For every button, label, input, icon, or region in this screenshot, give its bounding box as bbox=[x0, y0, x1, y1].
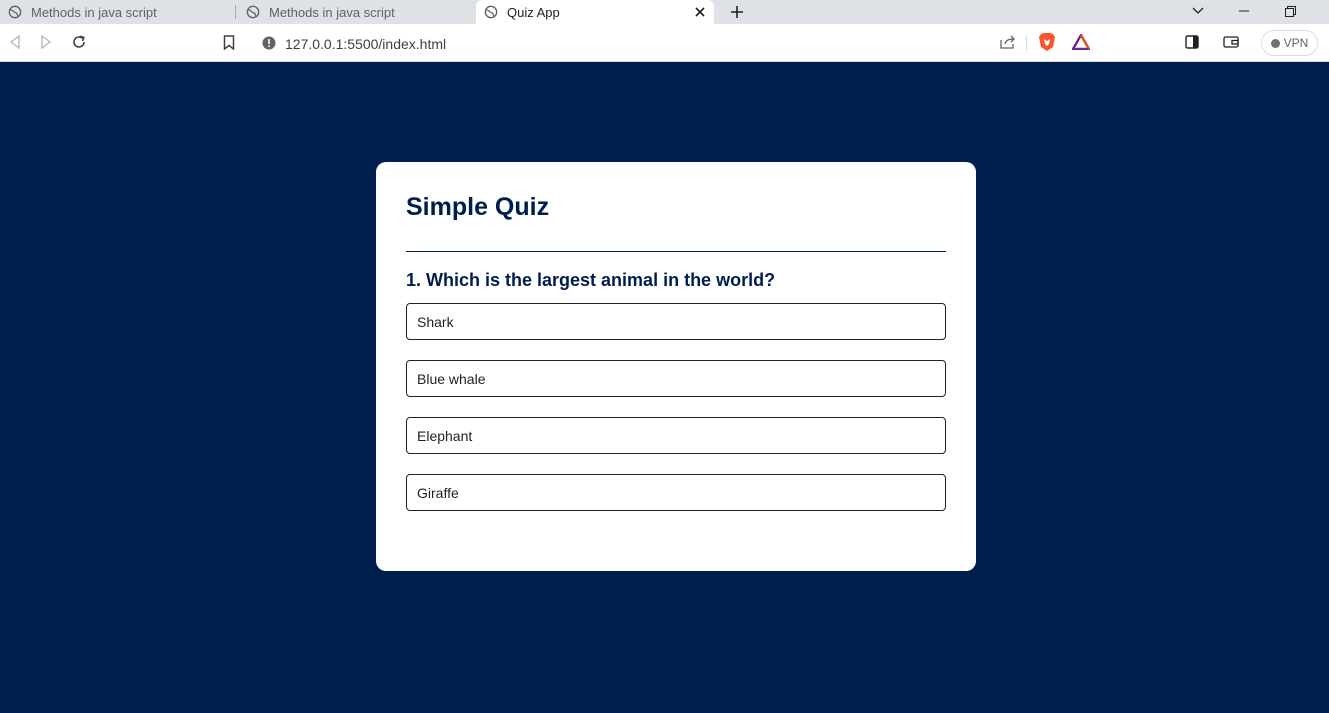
url-text: 127.0.0.1:5500/index.html bbox=[285, 36, 447, 52]
brave-shields-icon[interactable] bbox=[1036, 31, 1058, 53]
tab-title: Quiz App bbox=[507, 4, 560, 20]
new-tab-icon[interactable] bbox=[726, 1, 748, 23]
globe-icon bbox=[246, 5, 260, 19]
globe-icon bbox=[8, 5, 22, 19]
close-tab-icon[interactable] bbox=[692, 4, 708, 20]
share-icon[interactable] bbox=[997, 31, 1019, 53]
tab-search-chevron-icon[interactable] bbox=[1175, 0, 1221, 22]
quiz-title: Simple Quiz bbox=[406, 193, 550, 221]
site-info-icon[interactable] bbox=[262, 36, 276, 55]
answer-button-blue-whale[interactable]: Blue whale bbox=[406, 360, 946, 397]
restore-icon[interactable] bbox=[1267, 0, 1313, 22]
reload-icon[interactable] bbox=[68, 31, 90, 53]
answer-button-giraffe[interactable]: Giraffe bbox=[406, 474, 946, 511]
bookmark-icon[interactable] bbox=[218, 31, 240, 53]
question-text: 1. Which is the largest animal in the wo… bbox=[406, 270, 776, 290]
answer-button-elephant[interactable]: Elephant bbox=[406, 417, 946, 454]
browser-toolbar: 127.0.0.1:5500/index.html VPN bbox=[0, 24, 1329, 62]
minimize-icon[interactable] bbox=[1221, 0, 1267, 22]
forward-icon[interactable] bbox=[35, 31, 57, 53]
tab-separator bbox=[235, 5, 236, 19]
vpn-label: VPN bbox=[1283, 36, 1309, 50]
tab-title: Methods in java script bbox=[31, 4, 157, 20]
title-divider bbox=[406, 251, 946, 252]
brave-rewards-icon[interactable] bbox=[1070, 31, 1092, 53]
tab-strip: Methods in java script Methods in java s… bbox=[0, 0, 1329, 24]
tab-title: Methods in java script bbox=[269, 4, 395, 20]
answer-button-shark[interactable]: Shark bbox=[406, 303, 946, 340]
vpn-status-icon bbox=[1270, 38, 1280, 48]
sidebar-icon[interactable] bbox=[1181, 31, 1203, 53]
tab-quiz-app[interactable]: Quiz App bbox=[476, 0, 714, 24]
tab-methods-1[interactable]: Methods in java script bbox=[0, 0, 236, 24]
toolbar-divider bbox=[1026, 35, 1027, 51]
wallet-icon[interactable] bbox=[1220, 31, 1242, 53]
globe-icon bbox=[484, 5, 498, 19]
vpn-button[interactable]: VPN bbox=[1261, 30, 1318, 56]
quiz-card: Simple Quiz 1. Which is the largest anim… bbox=[376, 162, 976, 571]
address-bar[interactable]: 127.0.0.1:5500/index.html bbox=[252, 28, 1098, 58]
back-icon[interactable] bbox=[4, 31, 26, 53]
tab-methods-2[interactable]: Methods in java script bbox=[238, 0, 474, 24]
page-viewport: Simple Quiz 1. Which is the largest anim… bbox=[0, 62, 1329, 713]
